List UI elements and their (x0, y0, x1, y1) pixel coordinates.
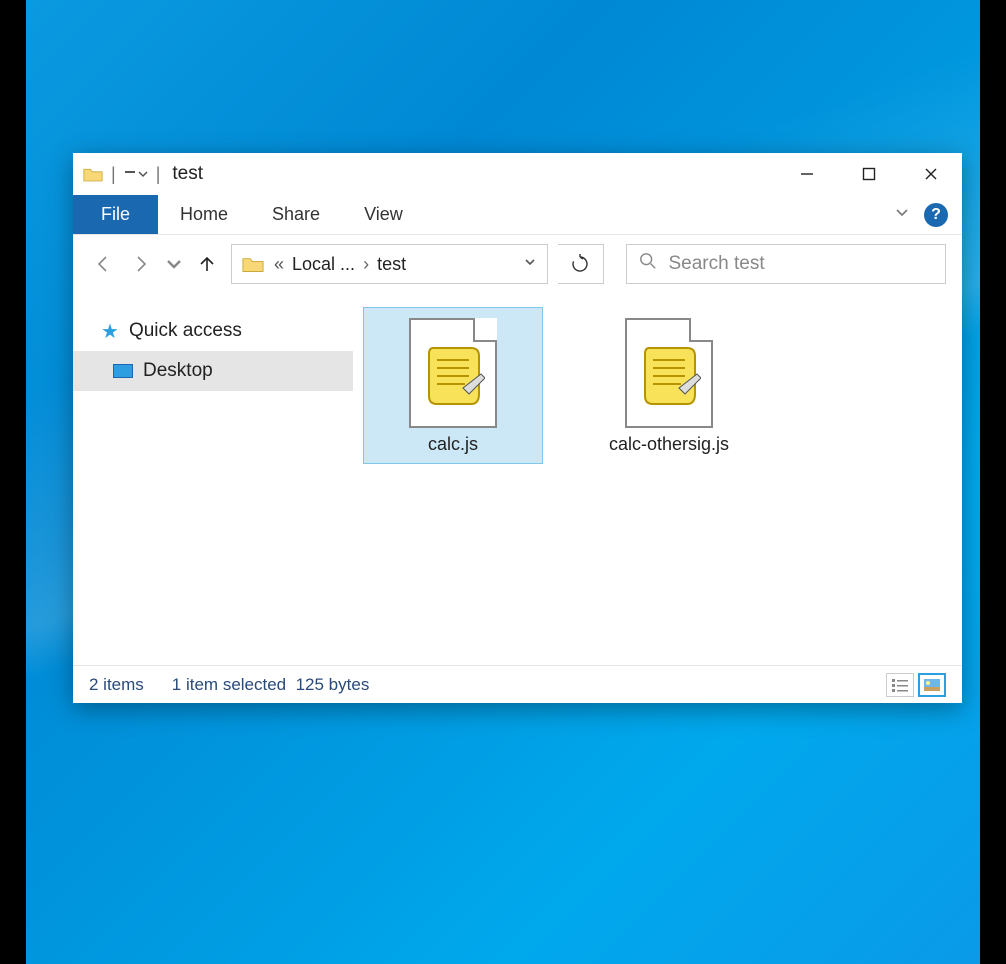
search-placeholder: Search test (669, 253, 765, 275)
refresh-button[interactable] (558, 244, 604, 284)
breadcrumb[interactable]: « Local ... › test (274, 254, 406, 275)
desktop-icon (113, 364, 133, 378)
file-name: calc.js (428, 434, 478, 455)
breadcrumb-separator-icon[interactable]: › (363, 254, 369, 275)
thumbnails-view-button[interactable] (918, 673, 946, 697)
titlebar: | | test (73, 153, 962, 195)
nav-pane: ★ Quick access Desktop (73, 293, 353, 665)
qat-divider-2: | (156, 164, 161, 185)
minimize-button[interactable] (776, 153, 838, 195)
desktop-background: | | test File (26, 0, 980, 964)
ribbon-expand-icon[interactable] (894, 204, 910, 225)
tab-view[interactable]: View (342, 195, 425, 234)
sidebar-item-quick-access[interactable]: ★ Quick access (73, 311, 353, 351)
address-bar[interactable]: « Local ... › test (231, 244, 548, 284)
file-name: calc-othersig.js (609, 434, 729, 455)
breadcrumb-current[interactable]: test (377, 254, 406, 275)
file-pane[interactable]: calc.js calc-othersig.js (353, 293, 962, 665)
recent-locations-button[interactable] (165, 250, 183, 278)
help-icon[interactable]: ? (924, 203, 948, 227)
search-icon (639, 252, 657, 276)
status-selection: 1 item selected 125 bytes (172, 675, 370, 695)
window-title: test (172, 163, 203, 185)
titlebar-left: | | test (73, 163, 776, 185)
search-input[interactable]: Search test (626, 244, 947, 284)
js-file-icon (625, 318, 713, 428)
ribbon-tabs: File Home Share View ? (73, 195, 962, 235)
js-file-icon (409, 318, 497, 428)
nav-toolbar: « Local ... › test Search test (73, 235, 962, 293)
details-view-button[interactable] (886, 673, 914, 697)
breadcrumb-overflow[interactable]: « (274, 254, 284, 275)
address-dropdown-icon[interactable] (523, 255, 537, 274)
explorer-window: | | test File (73, 153, 962, 703)
star-icon: ★ (101, 319, 119, 344)
tab-file[interactable]: File (73, 195, 158, 234)
sidebar-item-label: Quick access (129, 320, 242, 342)
tab-home[interactable]: Home (158, 195, 250, 234)
up-button[interactable] (193, 250, 221, 278)
window-controls (776, 153, 962, 195)
sidebar-item-label: Desktop (143, 360, 213, 382)
maximize-button[interactable] (838, 153, 900, 195)
close-button[interactable] (900, 153, 962, 195)
folder-icon (83, 166, 103, 182)
status-bar: 2 items 1 item selected 125 bytes (73, 665, 962, 703)
main-area: ★ Quick access Desktop (73, 293, 962, 665)
breadcrumb-parent[interactable]: Local ... (292, 254, 355, 275)
forward-button[interactable] (127, 250, 155, 278)
file-item[interactable]: calc.js (363, 307, 543, 464)
file-item[interactable]: calc-othersig.js (579, 307, 759, 464)
back-button[interactable] (89, 250, 117, 278)
address-folder-icon (242, 255, 264, 273)
tab-share[interactable]: Share (250, 195, 342, 234)
qat-divider: | (111, 164, 116, 185)
qat-dropdown-icon[interactable] (124, 168, 148, 180)
status-item-count: 2 items (89, 675, 144, 695)
sidebar-item-desktop[interactable]: Desktop (73, 351, 353, 391)
view-switcher (886, 673, 946, 697)
